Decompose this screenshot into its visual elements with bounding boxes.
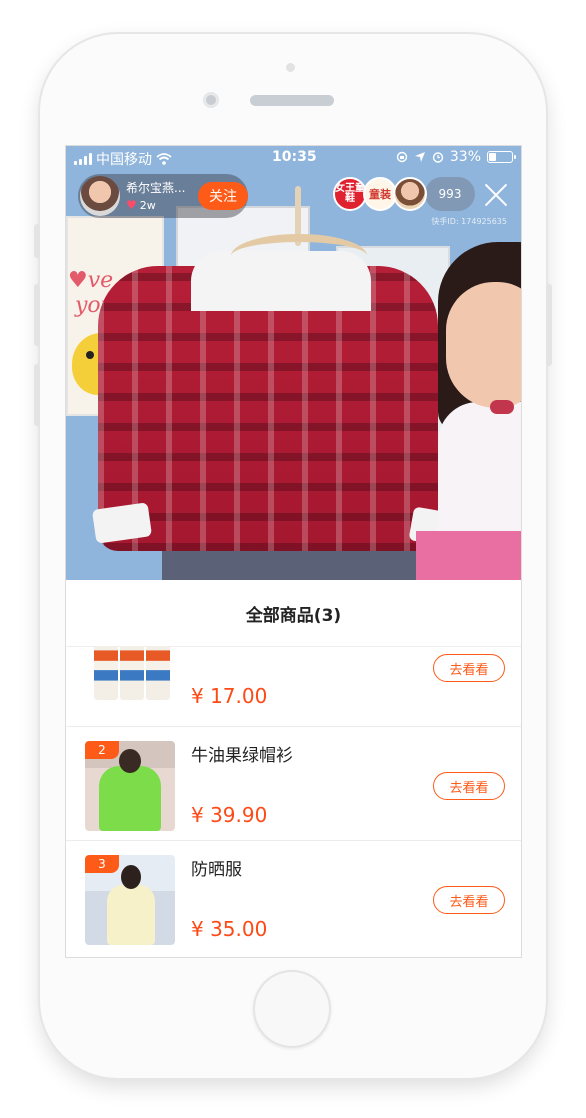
sensor [286,63,295,72]
rotation-lock-icon [396,151,408,163]
streamer-name: 希尔宝燕... [126,181,186,195]
front-camera [203,92,219,108]
volume-up-button [34,284,40,346]
product-image[interactable]: 2 [85,741,175,831]
app-screen: ♥ve you 中国移动 10:35 33% 希尔宝燕... ♥ 2w 关注 女… [66,146,521,957]
follow-button[interactable]: 关注 [198,182,248,210]
product-item[interactable]: ¥ 17.00 去看看 [66,646,521,726]
like-count: ♥ 2w [126,198,156,212]
viewer-avatar[interactable]: 童装 [363,177,397,211]
product-price: ¥ 17.00 [191,684,268,708]
volume-down-button [34,364,40,426]
heart-icon: ♥ [126,198,137,212]
live-video[interactable]: ♥ve you 中国移动 10:35 33% 希尔宝燕... ♥ 2w 关注 女… [66,146,521,580]
viewer-list[interactable]: 女王童鞋 童装 993 [333,177,475,211]
product-image[interactable] [94,646,174,702]
pink-fabric [416,531,521,580]
product-item[interactable]: 3 防晒服 ¥ 35.00 去看看 [66,840,521,955]
wifi-icon [156,153,172,165]
product-price: ¥ 35.00 [191,917,268,941]
like-count-value: 2w [139,198,156,212]
product-list[interactable]: ¥ 17.00 去看看 2 牛油果绿帽衫 ¥ 39.90 去看看 3 防晒服 ¥… [66,646,521,957]
viewer-avatar[interactable] [393,177,427,211]
battery-icon [487,151,516,163]
alarm-icon [432,152,444,163]
streamer-id: 快手ID: 174925635 [431,217,507,226]
carrier-name: 中国移动 [96,152,152,168]
viewer-count[interactable]: 993 [425,177,475,211]
rank-badge: 3 [85,855,119,873]
signal-icon [74,153,92,165]
home-button[interactable] [253,970,331,1048]
location-icon [414,152,425,162]
rank-badge: 2 [85,741,119,759]
clock: 10:35 [272,149,317,165]
viewer-avatar[interactable]: 女王童鞋 [333,177,367,211]
mute-switch [34,224,40,258]
earpiece-speaker [250,95,334,106]
product-name: 防晒服 [191,860,242,880]
product-image[interactable]: 3 [85,855,175,945]
view-product-button[interactable]: 去看看 [433,654,505,682]
product-price: ¥ 39.90 [191,803,268,827]
streamer-card[interactable]: 希尔宝燕... ♥ 2w 关注 [78,174,248,218]
view-product-button[interactable]: 去看看 [433,886,505,914]
avatar[interactable] [80,176,120,216]
close-icon[interactable] [483,182,509,208]
product-name: 牛油果绿帽衫 [191,746,293,766]
status-bar: 中国移动 10:35 33% [66,146,521,170]
streamer-person [438,242,521,580]
power-button [546,284,552,366]
view-product-button[interactable]: 去看看 [433,772,505,800]
battery-percent: 33% [449,149,481,165]
panel-title: 全部商品(3) [66,580,521,647]
product-item[interactable]: 2 牛油果绿帽衫 ¥ 39.90 去看看 [66,726,521,841]
